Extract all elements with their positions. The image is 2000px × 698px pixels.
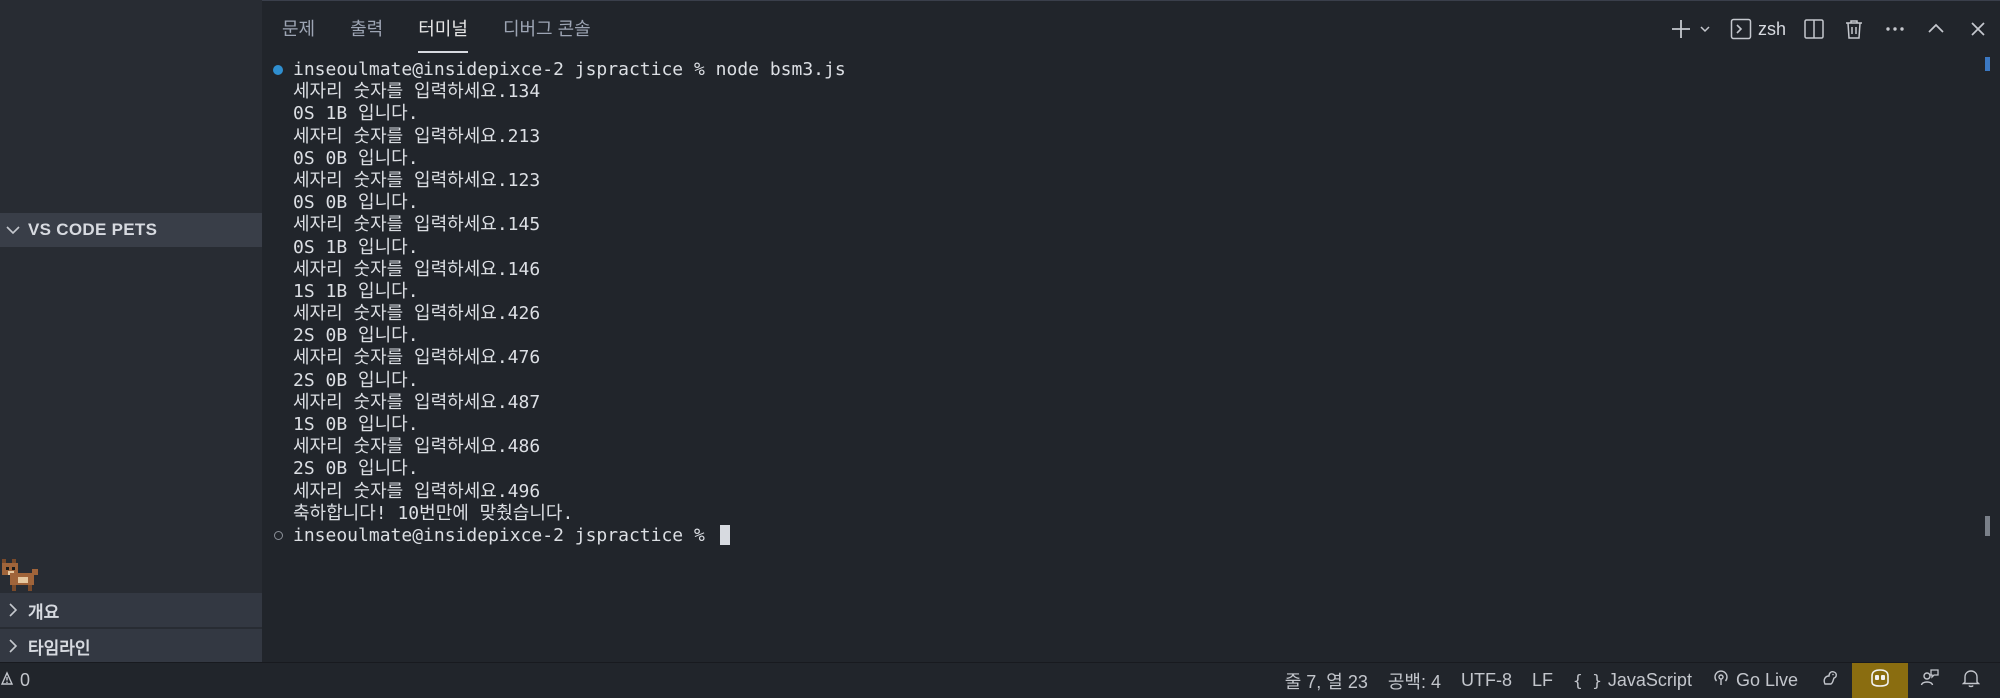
terminal-line: 2S 0B 입니다.	[293, 458, 419, 480]
terminal-line: 1S 0B 입니다.	[293, 414, 419, 435]
chevron-right-icon	[4, 637, 22, 655]
command-decoration-pending[interactable]	[273, 531, 283, 541]
command-decoration-success[interactable]	[273, 65, 283, 75]
tab-terminal[interactable]: 터미널	[403, 1, 483, 53]
feedback-button[interactable]	[1908, 663, 1952, 698]
person-feedback-icon	[1920, 668, 1940, 693]
timeline-section[interactable]: 타임라인	[0, 628, 262, 663]
copilot-status[interactable]	[1852, 663, 1908, 698]
sidebar: VS CODE PETS 개요 타임라인	[0, 0, 262, 663]
terminal-output[interactable]: inseoulmate@insidepixce-2 jspractice % n…	[262, 59, 1962, 547]
tab-problems[interactable]: 문제	[267, 1, 330, 49]
terminal-dropdown-button[interactable]	[1694, 13, 1716, 45]
status-bar: 0 줄 7, 열 23 공백: 4 UTF-8 LF { } JavaScrip…	[0, 662, 2000, 698]
maximize-panel-button[interactable]	[1916, 13, 1956, 45]
terminal-line: 세자리 숫자를 입력하세요.486	[293, 436, 541, 458]
chevron-right-icon	[4, 601, 22, 619]
split-icon	[1803, 18, 1825, 40]
status-left: 0	[0, 663, 40, 698]
terminal-line: 2S 0B 입니다.	[293, 325, 419, 347]
more-actions-button[interactable]	[1874, 13, 1916, 45]
encoding[interactable]: UTF-8	[1451, 663, 1522, 698]
bell-icon	[1961, 668, 1981, 693]
close-icon	[1968, 19, 1988, 39]
chevron-down-icon	[1699, 23, 1711, 35]
panel-tabs: 문제 출력 터미널 디버그 콘솔	[262, 1, 606, 53]
terminal-icon	[1730, 18, 1752, 40]
terminal-line: 세자리 숫자를 입력하세요.476	[293, 347, 541, 369]
language-label: JavaScript	[1607, 670, 1692, 690]
go-live-button[interactable]: Go Live	[1702, 663, 1808, 698]
terminal-line-text: inseoulmate@insidepixce-2 jspractice % n…	[293, 59, 846, 80]
vscode-pets-header[interactable]: VS CODE PETS	[0, 213, 262, 247]
outline-section[interactable]: 개요	[0, 593, 262, 627]
warning-count: 0	[20, 670, 31, 690]
go-live-label: Go Live	[1735, 670, 1798, 690]
terminal-line: 축하합니다! 10번만에 맞췄습니다.	[293, 502, 574, 524]
shell-selector[interactable]: zsh	[1716, 13, 1794, 45]
terminal-line: 세자리 숫자를 입력하세요.487	[293, 391, 541, 413]
terminal-line: inseoulmate@insidepixce-2 jspractice % n…	[262, 59, 1962, 81]
pets-title: VS CODE PETS	[28, 220, 158, 239]
panel-actions: zsh	[1668, 13, 2000, 45]
cursor-position[interactable]: 줄 7, 열 23	[1275, 663, 1378, 698]
bottom-panel: 문제 출력 터미널 디버그 콘솔 zsh inseoulmate@insidep…	[262, 0, 2000, 663]
kill-terminal-button[interactable]	[1834, 13, 1874, 45]
language-mode[interactable]: { } JavaScript	[1563, 663, 1702, 698]
notifications-button[interactable]	[1952, 663, 2000, 698]
braces-icon: { }	[1573, 671, 1602, 690]
explorer-empty-area	[0, 0, 262, 212]
tab-debug-console[interactable]: 디버그 콘솔	[488, 1, 606, 49]
outline-section-label: 개요	[28, 602, 60, 622]
scrollbar-top-indicator	[1985, 57, 1990, 71]
terminal-line: 세자리 숫자를 입력하세요.146	[293, 258, 541, 280]
indentation[interactable]: 공백: 4	[1378, 663, 1451, 698]
pet-dog-icon[interactable]	[0, 555, 42, 595]
terminal-line: 세자리 숫자를 입력하세요.123	[293, 169, 541, 191]
broadcast-icon	[1712, 669, 1730, 692]
status-right: 줄 7, 열 23 공백: 4 UTF-8 LF { } JavaScript …	[1275, 663, 2000, 698]
new-terminal-button[interactable]	[1668, 13, 1694, 45]
timeline-section-label: 타임라인	[28, 638, 91, 658]
terminal-line: 세자리 숫자를 입력하세요.134	[293, 81, 541, 103]
plus-icon	[1670, 18, 1692, 40]
chevron-up-icon	[1926, 19, 1946, 39]
warning-icon	[0, 670, 14, 691]
more-icon	[1884, 18, 1906, 40]
shell-label: zsh	[1757, 18, 1786, 39]
terminal-line: 1S 1B 입니다.	[293, 280, 419, 302]
squirrel-icon	[1820, 668, 1840, 693]
terminal-line: 0S 1B 입니다.	[293, 236, 419, 258]
terminal-line: 세자리 숫자를 입력하세요.213	[293, 125, 541, 147]
extension-status[interactable]	[1808, 663, 1852, 698]
tab-output[interactable]: 출력	[335, 1, 398, 49]
terminal-line: 세자리 숫자를 입력하세요.496	[293, 480, 541, 502]
split-terminal-button[interactable]	[1794, 13, 1834, 45]
terminal-line: 0S 0B 입니다.	[293, 147, 419, 169]
chevron-down-icon	[4, 221, 22, 239]
terminal-prompt-text: inseoulmate@insidepixce-2 jspractice %	[293, 524, 716, 546]
terminal-line: 세자리 숫자를 입력하세요.426	[293, 303, 541, 325]
terminal-line: 세자리 숫자를 입력하세요.145	[293, 214, 541, 236]
end-of-line[interactable]: LF	[1522, 663, 1563, 698]
trash-icon	[1843, 18, 1865, 40]
terminal-prompt-line: inseoulmate@insidepixce-2 jspractice %	[262, 524, 1962, 547]
terminal-line: 0S 0B 입니다.	[293, 192, 419, 214]
copilot-icon	[1868, 667, 1892, 694]
terminal-line: 2S 0B 입니다.	[293, 369, 419, 391]
terminal-cursor	[719, 524, 730, 545]
terminal-line: 0S 1B 입니다.	[293, 103, 419, 125]
problems-status[interactable]: 0	[0, 663, 40, 698]
close-panel-button[interactable]	[1956, 13, 2000, 45]
terminal-scrollbar[interactable]	[1985, 516, 1990, 536]
